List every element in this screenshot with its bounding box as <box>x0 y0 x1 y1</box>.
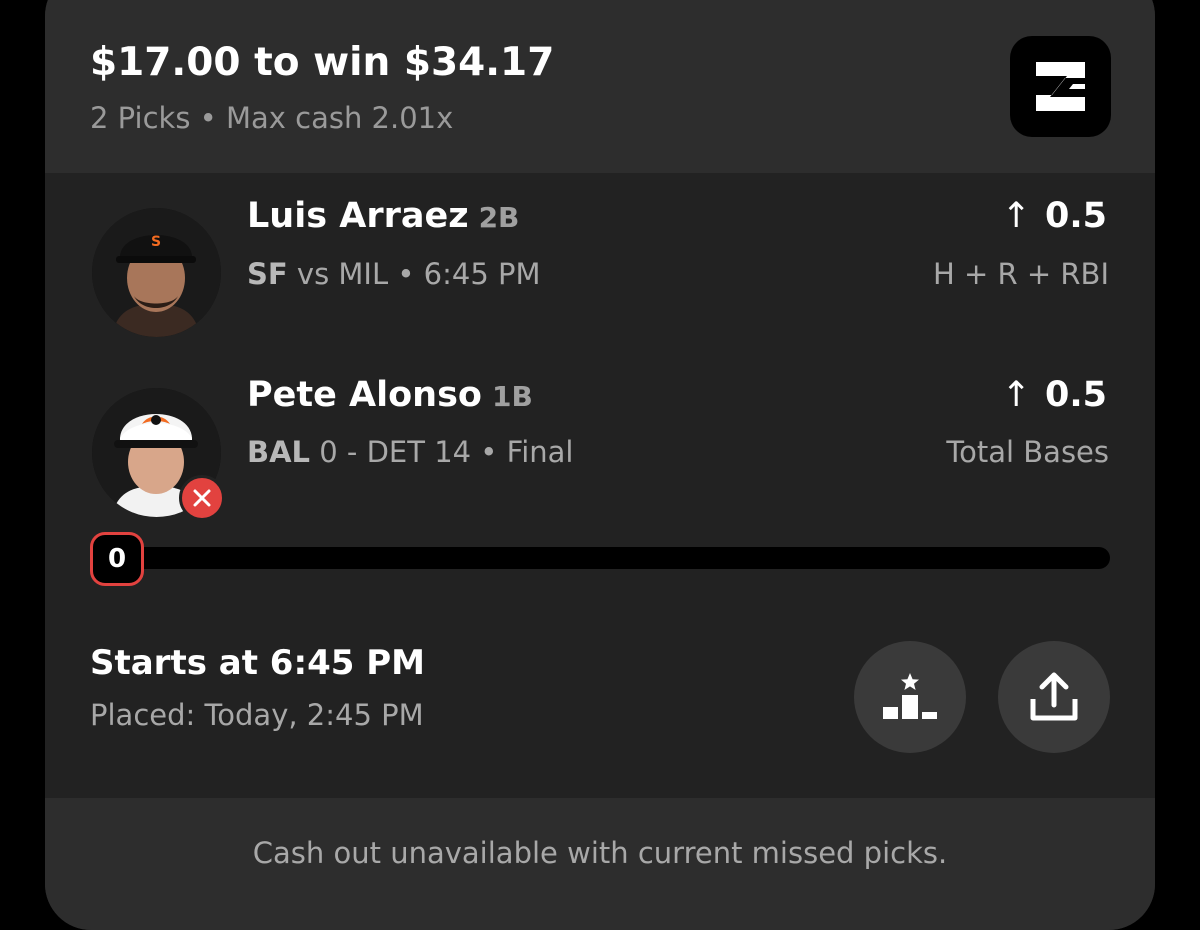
entry-header: $17.00 to win $34.17 2 Picks • Max cash … <box>45 0 1155 173</box>
game-info: SF vs MIL • 6:45 PM <box>247 257 541 291</box>
game-detail: vs MIL • 6:45 PM <box>296 257 541 291</box>
stat-type: H + R + RBI <box>932 257 1109 291</box>
entry-card: $17.00 to win $34.17 2 Picks • Max cash … <box>45 0 1155 930</box>
share-icon <box>1030 672 1078 721</box>
line-value: 0.5 <box>1044 196 1107 236</box>
cash-out-notice: Cash out unavailable with current missed… <box>45 798 1155 930</box>
game-info: BAL 0 - DET 14 • Final <box>247 435 573 469</box>
stat-progress-bar <box>100 547 1110 569</box>
start-time: Starts at 6:45 PM <box>90 643 425 683</box>
placed-time: Placed: Today, 2:45 PM <box>90 698 424 732</box>
progress-value-marker: 0 <box>90 532 144 586</box>
player-name: Pete Alonso 1B <box>247 375 533 415</box>
arrow-up-icon: ↑ <box>1001 375 1031 415</box>
player-position: 2B <box>478 201 520 234</box>
entry-title: $17.00 to win $34.17 <box>90 40 555 85</box>
brand-logo-icon <box>1010 36 1111 137</box>
pick-line: ↑ 0.5 <box>1002 375 1107 415</box>
podium-icon <box>883 673 937 719</box>
player-position: 1B <box>491 380 533 413</box>
team-abbr: BAL <box>247 435 311 469</box>
leaderboard-button[interactable] <box>854 641 966 753</box>
pick-line: ↑ 0.5 <box>1002 196 1107 236</box>
cash-out-message: Cash out unavailable with current missed… <box>252 836 948 870</box>
missed-status-icon <box>179 475 225 521</box>
line-value: 0.5 <box>1044 375 1107 415</box>
team-abbr: SF <box>247 257 288 291</box>
player-name-text: Luis Arraez <box>247 196 469 236</box>
player-name: Luis Arraez 2B <box>247 196 519 236</box>
arrow-up-icon: ↑ <box>1001 196 1031 236</box>
svg-text:S: S <box>151 234 161 250</box>
player-avatar: S <box>92 208 221 337</box>
stat-type: Total Bases <box>946 435 1109 469</box>
player-name-text: Pete Alonso <box>247 375 482 415</box>
entry-subtitle: 2 Picks • Max cash 2.01x <box>90 101 454 135</box>
game-detail: 0 - DET 14 • Final <box>319 435 574 469</box>
share-button[interactable] <box>998 641 1110 753</box>
